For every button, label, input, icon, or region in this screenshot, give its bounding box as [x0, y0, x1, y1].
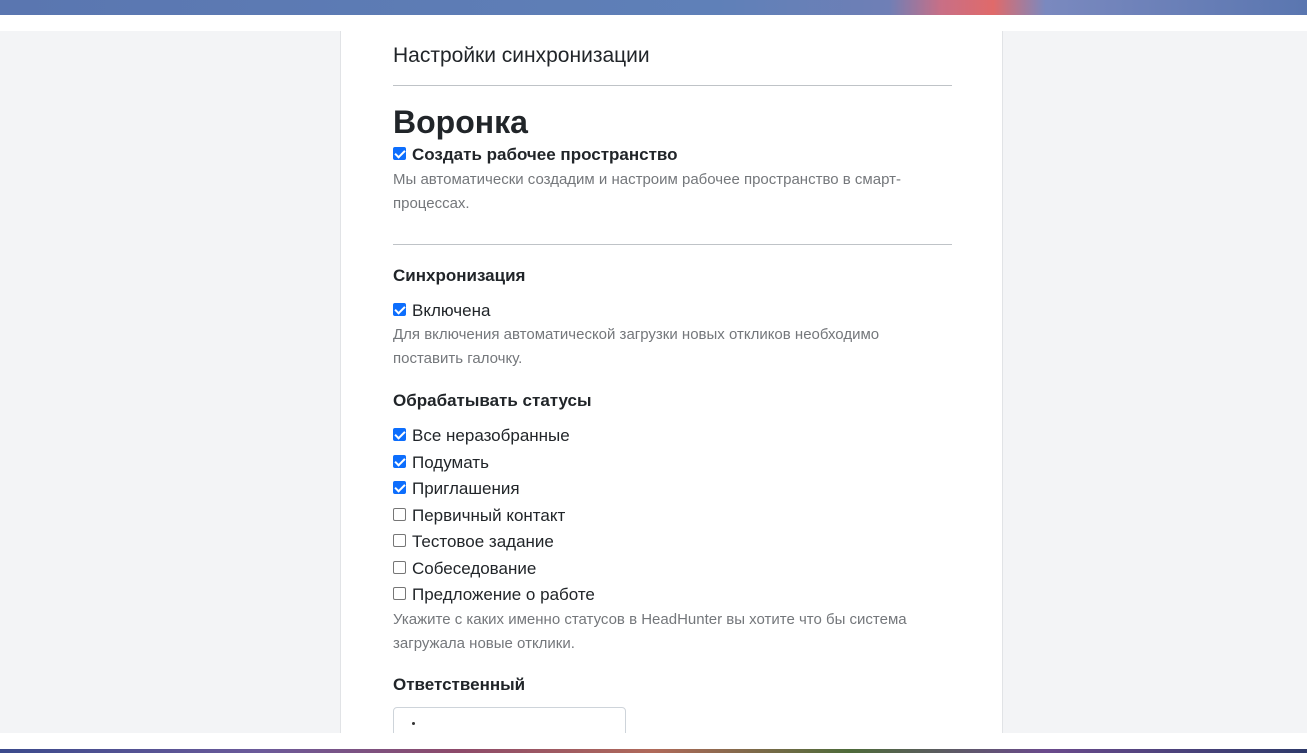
- title-divider: [393, 85, 952, 86]
- status-label: Собеседование: [412, 558, 537, 578]
- statuses-hint: Укажите с каких именно статусов в HeadHu…: [393, 610, 907, 652]
- create-workspace-checkbox[interactable]: [393, 147, 406, 161]
- status-checkbox-row[interactable]: Собеседование: [393, 556, 952, 583]
- sync-enabled-checkbox[interactable]: [393, 302, 406, 316]
- status-checkbox-row[interactable]: Тестовое задание: [393, 529, 952, 556]
- sync-enabled-checkbox-row[interactable]: Включена: [393, 298, 952, 325]
- settings-card: Настройки синхронизации Воронка Создать …: [340, 31, 1003, 733]
- header-background-strip: [0, 0, 1307, 15]
- page-title: Настройки синхронизации: [393, 44, 650, 67]
- status-label: Подумать: [412, 452, 489, 472]
- status-checkbox-row[interactable]: Первичный контакт: [393, 503, 952, 530]
- status-checkbox[interactable]: [393, 507, 406, 521]
- status-label: Приглашения: [412, 479, 520, 499]
- sync-enabled-label: Включена: [412, 300, 491, 320]
- create-workspace-checkbox-row[interactable]: Создать рабочее пространство: [393, 142, 952, 169]
- sync-heading: Синхронизация: [393, 265, 526, 285]
- create-workspace-hint: Мы автоматически создадим и настроим раб…: [393, 170, 901, 212]
- header-gap: [0, 15, 1307, 31]
- create-workspace-label: Создать рабочее пространство: [412, 145, 678, 165]
- settings-content: Настройки синхронизации Воронка Создать …: [393, 31, 952, 733]
- status-checkbox[interactable]: [393, 587, 406, 601]
- status-checkbox[interactable]: [393, 481, 406, 495]
- status-label: Предложение о работе: [412, 585, 595, 605]
- responsible-select-value: [412, 721, 415, 725]
- status-checkbox[interactable]: [393, 454, 406, 468]
- status-label: Тестовое задание: [412, 532, 554, 552]
- statuses-heading: Обрабатывать статусы: [393, 391, 592, 410]
- status-checkbox[interactable]: [393, 560, 406, 574]
- responsible-heading: Ответственный: [393, 674, 526, 694]
- status-label: Первичный контакт: [412, 505, 566, 525]
- responsible-select[interactable]: [393, 706, 626, 733]
- sync-enabled-hint: Для включения автоматической загрузки но…: [393, 326, 880, 367]
- status-label: Все неразобранные: [412, 426, 570, 446]
- footer-background-strip: [0, 733, 1307, 753]
- status-checkbox[interactable]: [393, 428, 406, 442]
- status-checkbox-row[interactable]: Все неразобранные: [393, 423, 952, 450]
- status-checkbox-list: Все неразобранные Подумать Приглашения Перв…: [393, 423, 952, 609]
- status-checkbox-row[interactable]: Подумать: [393, 450, 952, 477]
- status-checkbox[interactable]: [393, 534, 406, 548]
- status-checkbox-row[interactable]: Предложение о работе: [393, 582, 952, 609]
- funnel-heading: Воронка: [393, 104, 528, 140]
- funnel-divider: [393, 243, 952, 245]
- status-checkbox-row[interactable]: Приглашения: [393, 476, 952, 503]
